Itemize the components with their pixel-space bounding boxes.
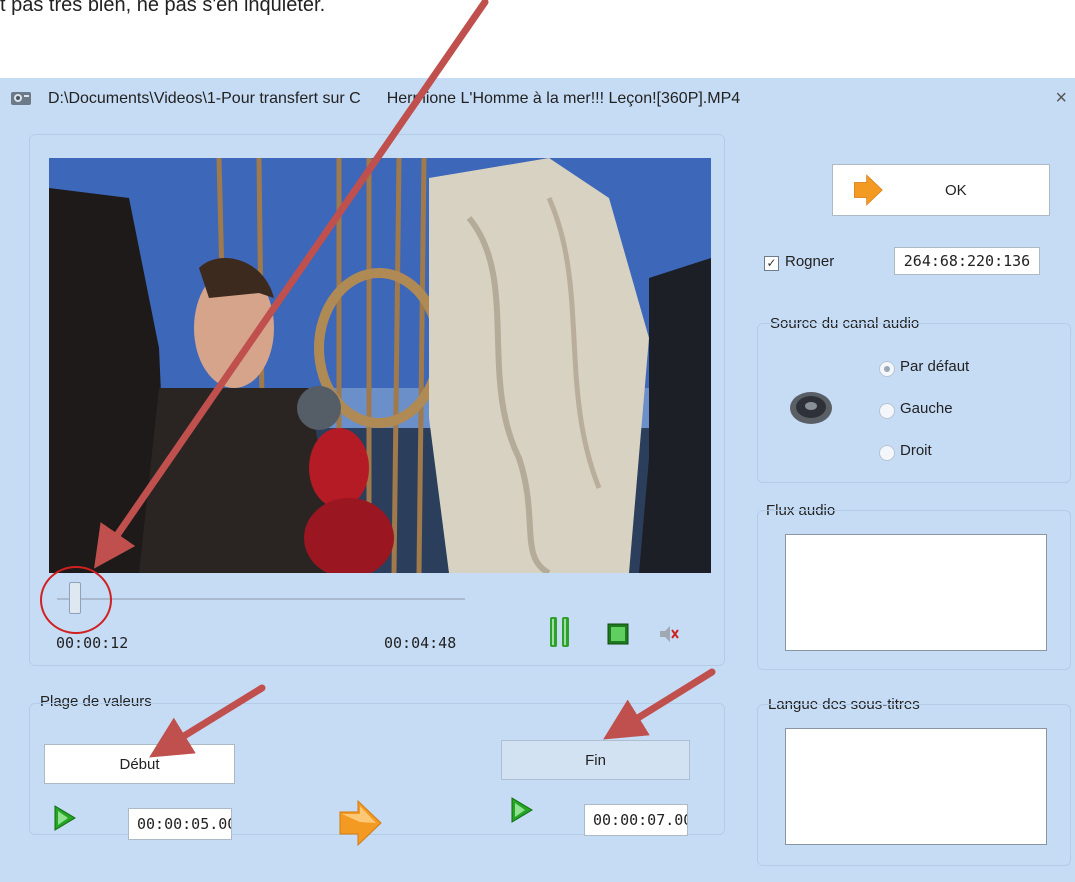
- play-start-icon[interactable]: [52, 804, 78, 832]
- window-title: D:\Documents\Videos\1-Pour transfert sur…: [48, 90, 740, 108]
- radio-right[interactable]: [879, 445, 895, 461]
- close-button[interactable]: ×: [1055, 87, 1067, 110]
- subtitles-list[interactable]: [785, 728, 1047, 845]
- video-frame[interactable]: [49, 158, 711, 573]
- page-caption: t pas très bien, ne pas s'en inquiéter.: [0, 0, 326, 16]
- title-filename: Hermione L'Homme à la mer!!! Leçon![360P…: [386, 90, 741, 107]
- radio-default[interactable]: [879, 361, 895, 377]
- end-button[interactable]: Fin: [501, 740, 690, 780]
- current-time: 00:00:12: [56, 634, 129, 652]
- radio-default-label: Par défaut: [900, 358, 970, 375]
- ok-label: OK: [945, 181, 967, 199]
- mute-icon[interactable]: [657, 622, 681, 646]
- crop-value-field[interactable]: 264:68:220:136: [894, 247, 1040, 275]
- radio-right-label: Droit: [900, 442, 932, 459]
- annotation-circle: [40, 566, 112, 634]
- ok-button[interactable]: OK: [832, 164, 1050, 216]
- crop-label: Rogner: [785, 253, 835, 270]
- start-button[interactable]: Début: [44, 744, 235, 784]
- video-image: [49, 158, 711, 573]
- end-time-field[interactable]: 00:00:07.00: [584, 804, 688, 836]
- pause-icon[interactable]: [549, 615, 571, 651]
- crop-checkbox[interactable]: ✓: [764, 256, 779, 271]
- audio-stream-list[interactable]: [785, 534, 1047, 651]
- radio-left[interactable]: [879, 403, 895, 419]
- speaker-icon: [790, 392, 832, 424]
- stop-icon[interactable]: [606, 622, 630, 646]
- arrow-right-icon: [339, 799, 382, 847]
- duration-time: 00:04:48: [384, 634, 457, 652]
- start-time-field[interactable]: 00:00:05.00: [128, 808, 232, 840]
- app-icon: [11, 92, 31, 105]
- play-end-icon[interactable]: [509, 796, 535, 824]
- ok-arrow-icon: [854, 174, 883, 206]
- radio-left-label: Gauche: [900, 400, 953, 417]
- dialog-window: D:\Documents\Videos\1-Pour transfert sur…: [0, 78, 1075, 882]
- title-bar: D:\Documents\Videos\1-Pour transfert sur…: [0, 78, 1075, 122]
- title-path: D:\Documents\Videos\1-Pour transfert sur…: [48, 90, 361, 107]
- seek-track[interactable]: [57, 598, 465, 600]
